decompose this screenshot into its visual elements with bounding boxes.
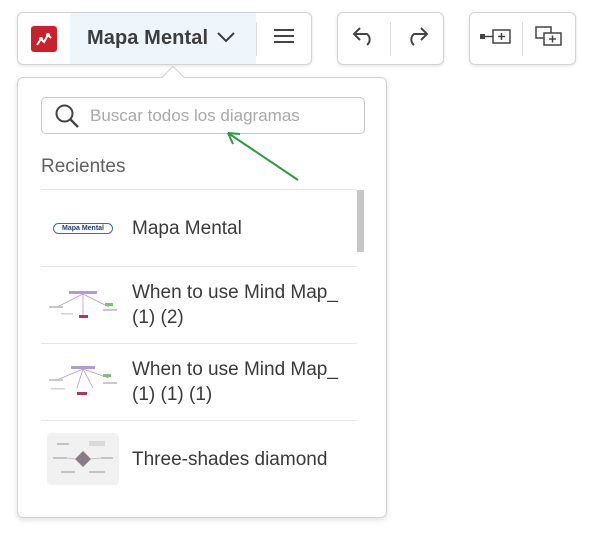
document-thumbnail: Mapa Mental: [47, 202, 119, 254]
document-toolbar: Mapa Mental: [17, 12, 312, 65]
hamburger-menu-button[interactable]: [257, 13, 311, 64]
lucidchart-logo-icon[interactable]: [31, 25, 57, 52]
hamburger-menu-icon: [273, 27, 295, 50]
document-thumbnail: [47, 433, 119, 485]
insert-shape-icon: [479, 27, 513, 50]
document-switcher-dropdown: Recientes Mapa Mental Mapa Mental: [17, 65, 387, 518]
redo-icon: [404, 26, 430, 51]
insert-container-icon: [534, 25, 564, 52]
document-name: When to use Mind Map_ (1) (2): [132, 282, 338, 328]
list-scrollbar[interactable]: [357, 190, 364, 252]
dropdown-caret: [161, 65, 185, 89]
document-thumbnail: [47, 356, 119, 408]
document-name: When to use Mind Map_ (1) (1) (1): [132, 359, 338, 405]
list-item[interactable]: Mapa Mental Mapa Mental: [41, 189, 357, 266]
search-input[interactable]: [90, 100, 364, 131]
undo-icon: [351, 26, 377, 51]
search-field[interactable]: [41, 97, 365, 134]
redo-button[interactable]: [391, 13, 443, 64]
document-thumbnail: [47, 279, 119, 331]
search-icon: [54, 103, 80, 129]
annotation-arrow-icon: [227, 132, 299, 181]
insert-container-button[interactable]: [523, 13, 575, 64]
list-item[interactable]: When to use Mind Map_ (1) (1) (1): [41, 343, 357, 420]
recent-documents-list: Mapa Mental Mapa Mental When to use Mind…: [41, 189, 357, 497]
chevron-down-icon: [216, 30, 236, 48]
insert-shape-button[interactable]: [470, 13, 522, 64]
list-item[interactable]: When to use Mind Map_ (1) (2): [41, 266, 357, 343]
thumbnail-label: Mapa Mental: [52, 222, 113, 234]
document-switcher[interactable]: Mapa Mental: [70, 13, 256, 64]
document-title: Mapa Mental: [87, 27, 209, 49]
recent-section-label: Recientes: [41, 156, 126, 177]
document-name: Three-shades diamond: [132, 448, 328, 470]
insert-toolbar: [469, 12, 576, 65]
document-name: Mapa Mental: [132, 217, 242, 239]
history-toolbar: [337, 12, 444, 65]
undo-button[interactable]: [338, 13, 390, 64]
list-item[interactable]: Three-shades diamond: [41, 420, 357, 497]
